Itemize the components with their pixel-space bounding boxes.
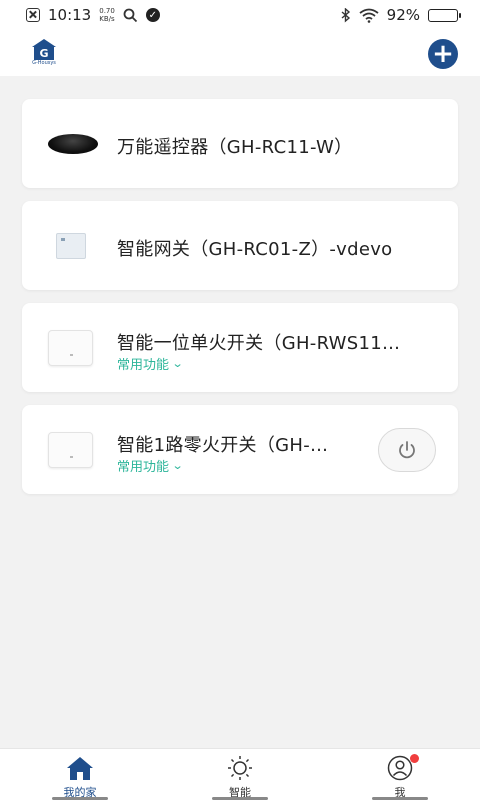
- bluetooth-icon: [341, 7, 350, 23]
- plus-icon: +: [432, 39, 454, 69]
- battery-icon: [428, 8, 461, 22]
- logo-letter: G: [34, 46, 54, 60]
- status-time: 10:13: [48, 6, 92, 24]
- notification-badge: [410, 754, 419, 763]
- device-name: 智能一位单火开关（GH-RWS11…: [117, 333, 401, 354]
- common-functions-toggle[interactable]: 常用功能 ⌄: [117, 456, 184, 475]
- status-bar: 10:13 0.70 KB/s ✓ 92%: [0, 0, 480, 30]
- tab-me[interactable]: 我: [320, 749, 480, 800]
- search-icon: [123, 8, 137, 22]
- common-functions-toggle[interactable]: 常用功能 ⌄: [117, 354, 184, 373]
- sun-icon: [228, 756, 252, 780]
- home-icon: [67, 757, 93, 780]
- tab-my-home[interactable]: 我的家: [0, 749, 160, 800]
- chevron-down-icon: ⌄: [171, 459, 184, 472]
- power-button[interactable]: [378, 427, 436, 472]
- wifi-icon: [359, 8, 379, 23]
- chevron-down-icon: ⌄: [171, 357, 184, 370]
- device-name: 智能1路零火开关（GH-…: [117, 435, 329, 456]
- app-header: G G-Housys +: [0, 30, 480, 76]
- device-card-neutral-switch[interactable]: 智能1路零火开关（GH-… 常用功能 ⌄: [22, 405, 458, 494]
- network-speed: 0.70 KB/s: [99, 7, 115, 23]
- device-name: 智能网关（GH-RC01-Z）-vdevo: [117, 239, 393, 260]
- device-list: 万能遥控器（GH-RC11-W） 智能网关（GH-RC01-Z）-vdevo 智…: [22, 99, 458, 507]
- gateway-image: [56, 232, 86, 259]
- app-logo: G G-Housys: [29, 39, 59, 69]
- network-speed-unit: KB/s: [99, 15, 115, 23]
- switch-image: [48, 329, 93, 366]
- ir-remote-image: [48, 133, 98, 154]
- switch-image: [48, 431, 93, 468]
- network-speed-value: 0.70: [99, 7, 115, 15]
- battery-percent: 92%: [386, 6, 420, 24]
- device-card-gateway[interactable]: 智能网关（GH-RC01-Z）-vdevo: [22, 201, 458, 290]
- add-device-button[interactable]: +: [428, 39, 458, 69]
- check-icon: ✓: [145, 8, 160, 22]
- power-icon: [399, 440, 415, 458]
- device-card-remote[interactable]: 万能遥控器（GH-RC11-W）: [22, 99, 458, 188]
- tab-smart[interactable]: 智能: [160, 749, 320, 800]
- bottom-tab-bar: 我的家 智能 我: [0, 748, 480, 800]
- notification-close-icon: [26, 8, 40, 22]
- device-card-single-switch[interactable]: 智能一位单火开关（GH-RWS11… 常用功能 ⌄: [22, 303, 458, 392]
- common-functions-label: 常用功能: [117, 460, 170, 475]
- logo-text: G-Housys: [32, 60, 56, 66]
- common-functions-label: 常用功能: [117, 358, 170, 373]
- device-name: 万能遥控器（GH-RC11-W）: [117, 137, 353, 158]
